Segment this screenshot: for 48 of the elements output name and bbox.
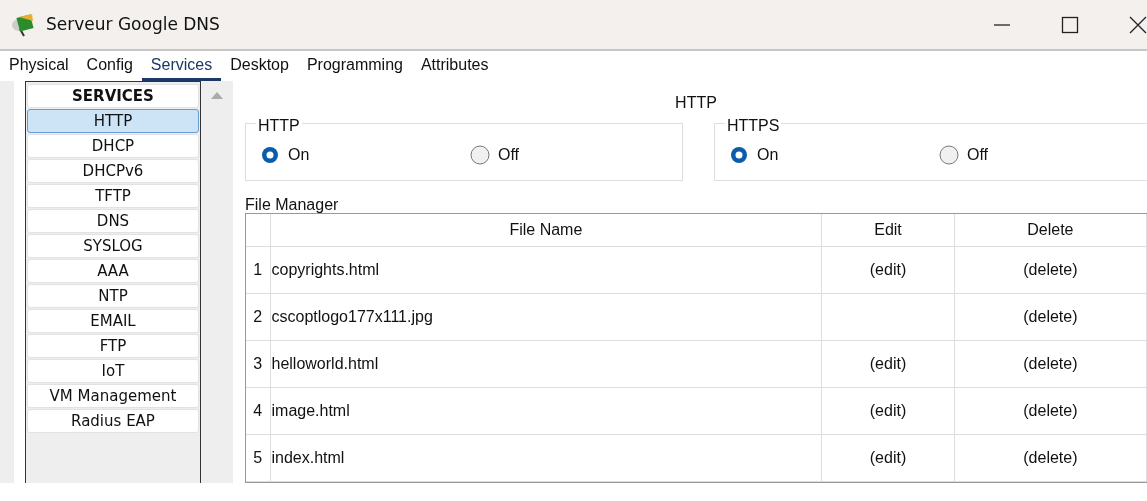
sidebar-item[interactable]: FTP — [27, 334, 199, 358]
delete-link[interactable]: (delete) — [1023, 354, 1078, 372]
sidebar-item[interactable]: TFTP — [27, 184, 199, 208]
tab[interactable]: Physical — [0, 51, 78, 81]
row-number: 2 — [246, 293, 270, 340]
row-number: 3 — [246, 340, 270, 387]
row-number: 5 — [246, 434, 270, 481]
column-header: File Name — [270, 214, 822, 246]
panel-title: HTTP — [674, 93, 718, 113]
sidebar-item[interactable]: EMAIL — [27, 309, 199, 333]
edit-link[interactable]: (edit) — [869, 401, 907, 419]
table-cell: copyrights.html — [270, 246, 822, 293]
column-header: Edit — [821, 214, 955, 246]
sidebar-item[interactable]: HTTP — [27, 109, 199, 133]
radio-option[interactable]: Off — [939, 144, 1147, 166]
delete-link[interactable]: (delete) — [1023, 260, 1078, 278]
sidebar-item[interactable]: VM Management — [27, 384, 199, 408]
section-label: File Manager — [245, 195, 340, 213]
column-header: Delete — [954, 214, 1147, 246]
sidebar-item[interactable]: IoT — [27, 359, 199, 383]
row-number: 1 — [246, 246, 270, 293]
tab[interactable]: Config — [77, 51, 142, 81]
table-cell: cscoptlogo177x111.jpg — [270, 293, 822, 340]
sidebar-item[interactable]: Radius EAP — [27, 409, 199, 433]
sidebar-item[interactable]: SYSLOG — [27, 234, 199, 258]
tab[interactable]: Desktop — [221, 51, 298, 81]
sidebar-item[interactable]: DNS — [27, 209, 199, 233]
delete-link[interactable]: (delete) — [1023, 307, 1078, 325]
radio-option[interactable]: Off — [470, 144, 680, 166]
radio-option[interactable]: On — [729, 144, 939, 166]
table-cell: helloworld.html — [270, 340, 822, 387]
edit-link[interactable]: (edit) — [869, 260, 907, 278]
table-cell: image.html — [270, 387, 822, 434]
sidebar-item[interactable]: DHCPv6 — [27, 159, 199, 183]
table-cell: index.html — [270, 434, 822, 481]
delete-link[interactable]: (delete) — [1023, 448, 1078, 466]
sidebar-heading: SERVICES — [27, 84, 199, 108]
tab[interactable]: Programming — [297, 51, 412, 81]
edit-link[interactable]: (edit) — [869, 448, 907, 466]
sidebar-item[interactable]: DHCP — [27, 134, 199, 158]
radio-option[interactable]: On — [260, 144, 470, 166]
sidebar-item[interactable]: AAA — [27, 259, 199, 283]
tab[interactable]: Attributes — [411, 51, 498, 81]
delete-link[interactable]: (delete) — [1023, 401, 1078, 419]
sidebar-item[interactable]: NTP — [27, 284, 199, 308]
window-title: Serveur Google DNS — [46, 12, 220, 36]
row-number: 4 — [246, 387, 270, 434]
edit-link[interactable]: (edit) — [869, 354, 907, 372]
